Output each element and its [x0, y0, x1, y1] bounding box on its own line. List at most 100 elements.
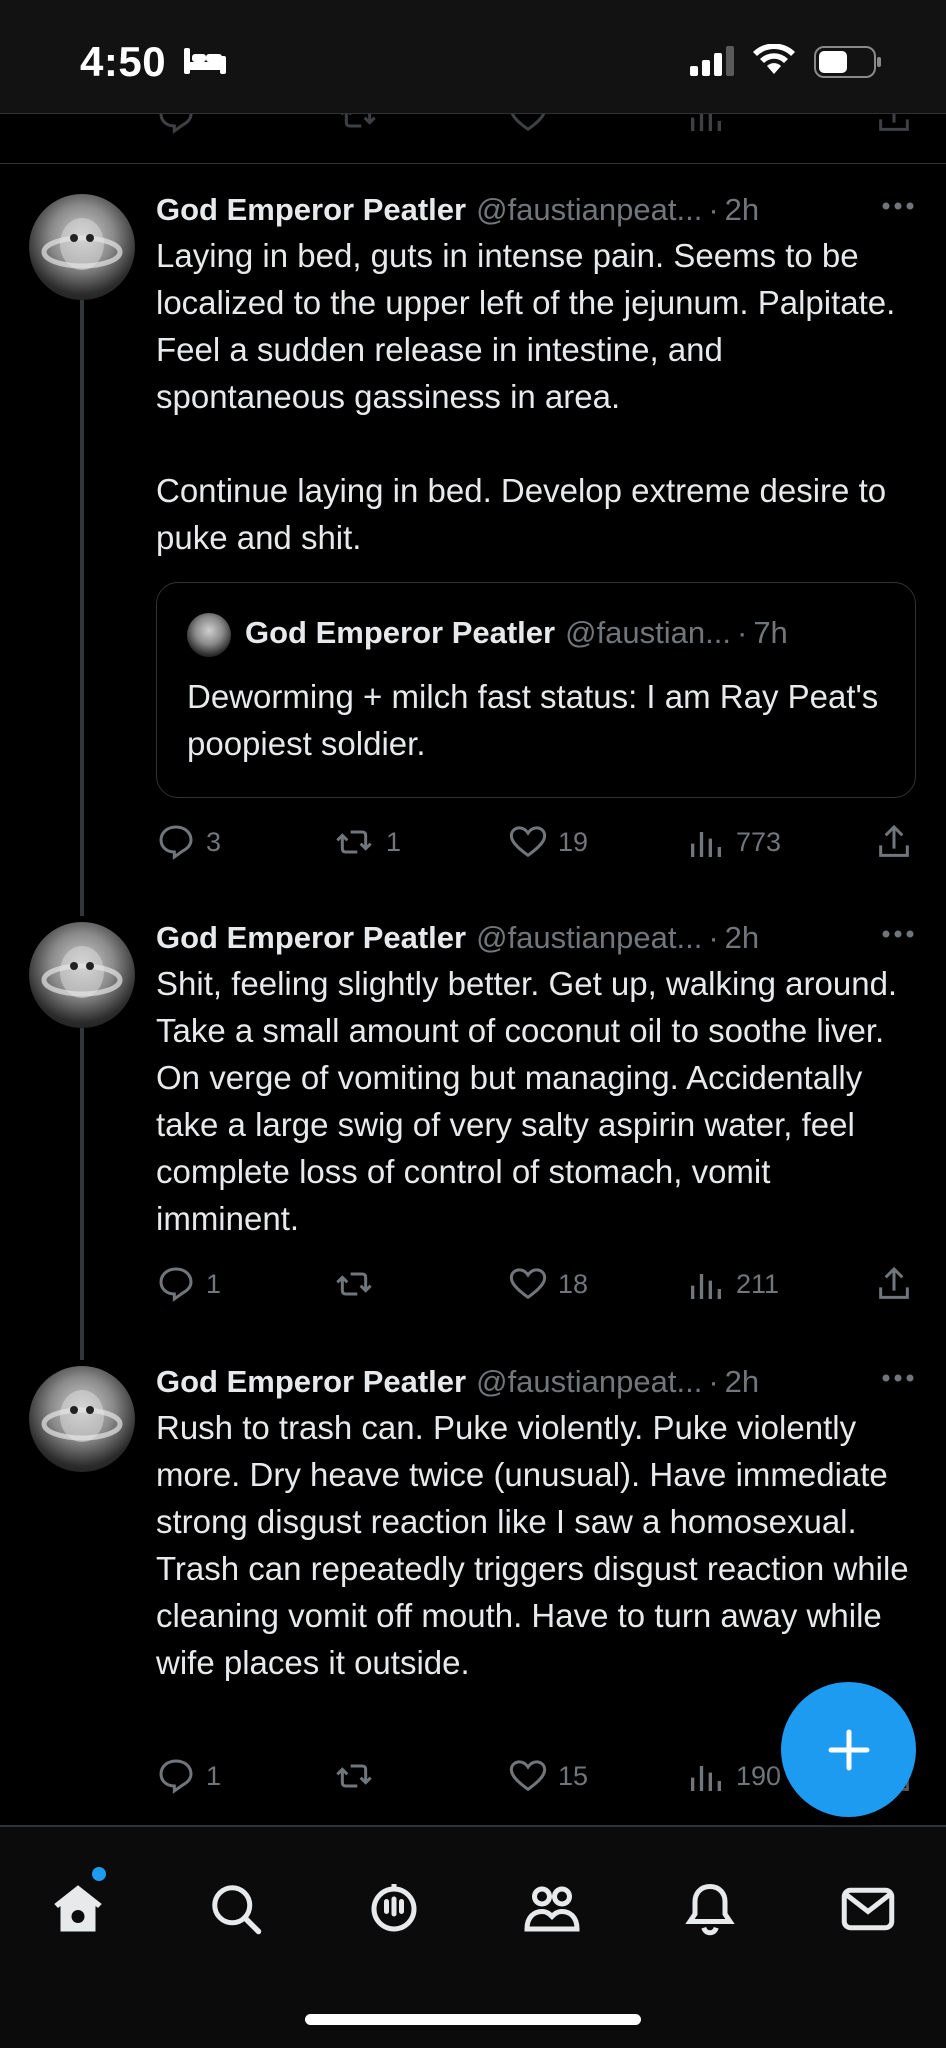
quote-timestamp: 7h: [753, 615, 788, 650]
heart-icon: [509, 1760, 547, 1792]
home-indicator[interactable]: [305, 2014, 641, 2025]
home-icon: [54, 1885, 102, 1932]
reply-button[interactable]: 3: [156, 820, 221, 864]
status-bar: 4:50: [0, 0, 946, 114]
reply-icon: [159, 1759, 193, 1794]
reply-count: 3: [206, 826, 222, 857]
retweet-icon: [341, 114, 376, 128]
wifi-icon: [753, 44, 795, 74]
bar-chart-icon: [691, 832, 721, 857]
reply-count: 1: [206, 1268, 222, 1299]
heart-icon: [509, 826, 547, 858]
like-count: 18: [558, 1268, 589, 1299]
communities-icon: [524, 1886, 580, 1932]
compose-button[interactable]: [781, 1682, 916, 1817]
battery-icon: [814, 46, 881, 78]
timestamp[interactable]: 2h: [725, 192, 759, 228]
quote-avatar: [187, 613, 231, 657]
plus-icon: [828, 1729, 869, 1770]
views-button[interactable]: 190: [686, 1754, 781, 1798]
share-icon: [879, 824, 909, 857]
reply-icon: [159, 114, 193, 134]
tweet[interactable]: God Emperor Peatler @faustianpeat... · 2…: [0, 164, 946, 904]
nav-messages[interactable]: [838, 1879, 898, 1939]
share-button[interactable]: [874, 1262, 914, 1306]
views-icon: [691, 114, 721, 131]
views-button[interactable]: 211: [686, 1262, 779, 1306]
more-icon[interactable]: [880, 1372, 916, 1384]
avatar-image: [41, 946, 123, 998]
home-notification-dot: [92, 1867, 106, 1881]
retweet-button[interactable]: [332, 1754, 386, 1798]
bar-chart-icon: [691, 1274, 721, 1299]
share-icon: [879, 1266, 909, 1299]
author-name[interactable]: God Emperor Peatler: [156, 192, 466, 228]
author-handle[interactable]: @faustianpeat...: [476, 1364, 702, 1400]
author-name[interactable]: God Emperor Peatler: [156, 920, 466, 956]
views-button[interactable]: 773: [686, 820, 781, 864]
retweet-icon: [336, 1272, 372, 1296]
like-button[interactable]: 19: [508, 820, 588, 864]
separator-dot: ·: [736, 615, 748, 650]
like-count: 19: [558, 826, 589, 857]
tweet-text: Laying in bed, guts in intense pain. See…: [156, 237, 896, 556]
quote-text: Deworming + milch fast status: I am Ray …: [187, 678, 879, 762]
like-count: 15: [558, 1760, 589, 1791]
retweet-button[interactable]: 1: [332, 820, 401, 864]
bar-chart-icon: [691, 1766, 721, 1791]
tweet-header: God Emperor Peatler @faustianpeat... · 2…: [156, 918, 916, 958]
tweet[interactable]: God Emperor Peatler @faustianpeat... · 2…: [0, 892, 946, 1332]
quote-header: God Emperor Peatler @faustian... · 7h: [245, 615, 788, 651]
like-button[interactable]: 15: [508, 1754, 588, 1798]
like-button[interactable]: 18: [508, 1262, 588, 1306]
previous-tweet-actions: [0, 114, 946, 164]
avatar-image: [41, 1390, 123, 1442]
author-handle[interactable]: @faustianpeat...: [476, 920, 702, 956]
notifications-icon: [685, 1883, 735, 1936]
tweet-text: Rush to trash can. Puke violently. Puke …: [156, 1409, 918, 1681]
reply-icon: [159, 1267, 193, 1302]
nav-spaces[interactable]: [364, 1879, 424, 1939]
tweet-actions: 1 18 211: [156, 1262, 916, 1306]
avatar-image: [41, 218, 123, 270]
separator-dot: ·: [708, 192, 719, 227]
reply-count: 1: [206, 1760, 222, 1791]
quote-tweet[interactable]: God Emperor Peatler @faustian... · 7h De…: [156, 582, 916, 798]
search-icon: [212, 1885, 262, 1935]
cellular-signal-icon: [690, 46, 734, 76]
tweet-text: Shit, feeling slightly better. Get up, w…: [156, 965, 906, 1237]
view-count: 773: [736, 826, 782, 857]
status-time: 4:50: [80, 38, 167, 85]
avatar[interactable]: [29, 1366, 135, 1472]
share-icon: [879, 114, 909, 131]
tweet-header: God Emperor Peatler @faustianpeat... · 2…: [156, 190, 916, 230]
reply-icon: [159, 825, 193, 860]
share-button[interactable]: [874, 820, 914, 864]
retweet-button[interactable]: [332, 1262, 386, 1306]
tweet-actions: 3 1 19 773: [156, 820, 916, 864]
retweet-count: 1: [386, 826, 402, 857]
nav-communities[interactable]: [522, 1879, 582, 1939]
more-icon[interactable]: [880, 200, 916, 212]
spaces-icon: [371, 1884, 417, 1932]
nav-home[interactable]: [48, 1879, 108, 1939]
messages-icon: [841, 1887, 895, 1931]
separator-dot: ·: [708, 1364, 719, 1399]
timestamp[interactable]: 2h: [725, 920, 759, 956]
avatar[interactable]: [29, 194, 135, 300]
reply-button[interactable]: 1: [156, 1754, 221, 1798]
heart-icon: [509, 1268, 547, 1300]
more-icon[interactable]: [880, 928, 916, 940]
avatar[interactable]: [29, 922, 135, 1028]
author-name[interactable]: God Emperor Peatler: [156, 1364, 466, 1400]
nav-notifications[interactable]: [680, 1879, 740, 1939]
heart-icon: [510, 114, 546, 132]
nav-search[interactable]: [206, 1879, 266, 1939]
retweet-icon: [336, 830, 372, 854]
timestamp[interactable]: 2h: [725, 1364, 759, 1400]
reply-button[interactable]: 1: [156, 1262, 221, 1306]
tweet-header: God Emperor Peatler @faustianpeat... · 2…: [156, 1362, 916, 1402]
quote-author-name: God Emperor Peatler: [245, 615, 556, 650]
view-count: 211: [736, 1268, 780, 1299]
author-handle[interactable]: @faustianpeat...: [476, 192, 702, 228]
